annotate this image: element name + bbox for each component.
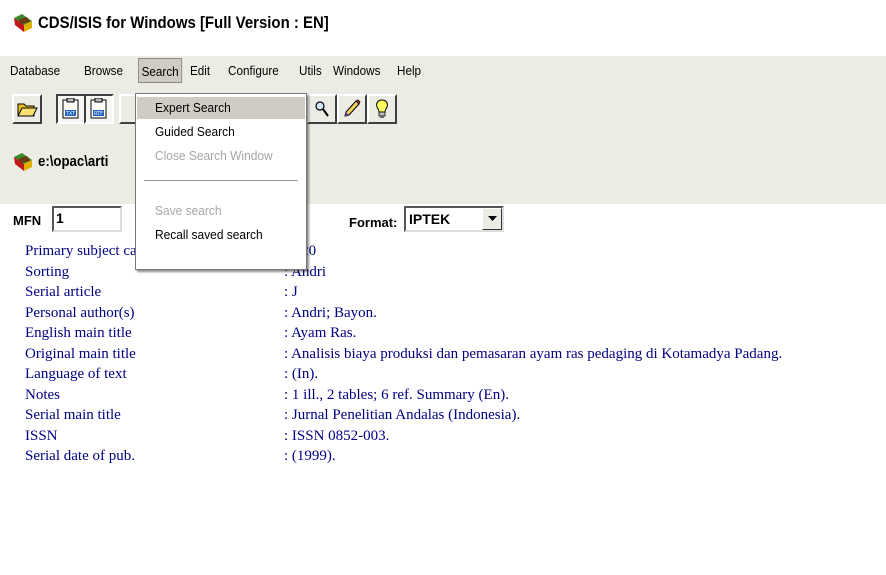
record-field-row: Original main title : Analisis biaya prod… [0,346,886,366]
record-field-row: Notes : 1 ill., 2 tables; 6 ref. Summary … [0,387,886,407]
edit-pencil-icon [344,99,361,117]
field-value: : (1999). [284,448,336,464]
search-menu-dropdown: Expert Search Guided Search Close Search… [135,93,307,270]
record-field-row: English main title : Ayam Ras. [0,325,886,345]
record-field-row: ISSN : ISSN 0852-003. [0,428,886,448]
record-field-row: Primary subject category: E20 [0,243,886,263]
menu-database[interactable]: Database [10,63,60,78]
svg-text:TXT: TXT [65,111,76,117]
edit-button[interactable] [337,94,367,124]
tips-button[interactable] [367,94,397,124]
open-folder-icon [17,103,38,117]
mfn-label: MFN [13,213,42,228]
menu-search[interactable]: Search [138,58,183,83]
database-window-icon [14,153,32,171]
search-icon [315,101,329,117]
menu-configure[interactable]: Configure [228,63,279,78]
field-label: ISSN [25,427,58,444]
record-field-row: Serial date of pub. : (1999). [0,448,886,468]
open-database-button[interactable] [12,94,42,124]
field-label: Language of text [25,366,127,382]
field-label: Personal author(s) [25,304,135,321]
guided-search-item[interactable]: Guided Search [137,121,305,143]
menu-browse[interactable]: Browse [84,63,123,78]
search-button[interactable] [307,94,337,124]
field-label: Serial date of pub. [25,448,135,464]
record-field-row: Personal author(s) : Andri; Bayon. [0,305,886,325]
rtf-output-button[interactable]: RTF [84,94,114,124]
window-title: CDS/ISIS for Windows [Full Version : EN] [38,13,329,32]
menu-windows[interactable]: Windows [333,63,380,78]
menu-bar [0,56,886,86]
field-label: Notes [25,386,60,403]
menu-help[interactable]: Help [397,63,421,78]
close-search-window-item: Close Search Window [155,148,273,163]
title-bar: CDS/ISIS for Windows [Full Version : EN] [0,0,886,52]
field-value: : Ayam Ras. [284,325,357,341]
record-field-row: Sorting: Andri [0,264,886,284]
field-label: English main title [25,325,132,341]
field-value: : (In). [284,366,319,382]
format-value: IPTEK [409,211,451,227]
record-field-row: Serial article : J [0,284,886,304]
app-icon [14,14,32,32]
field-label: Original main title [25,345,136,362]
field-value: : Jurnal Penelitian Andalas (Indonesia). [284,407,521,423]
txt-output-button[interactable]: TXT [56,94,86,124]
field-value: : Andri; Bayon. [284,304,377,321]
child-window-header [0,142,886,204]
chevron-down-icon [488,216,497,221]
record-display: Primary subject category: E20Sorting: An… [0,238,886,575]
field-value: : 1 ill., 2 tables; 6 ref. Summary (En). [284,386,509,403]
field-label: Sorting [25,263,70,280]
save-search-item: Save search [155,203,222,218]
lightbulb-icon [376,99,388,118]
field-label: Serial main title [25,407,121,423]
recall-saved-search-item[interactable]: Recall saved search [137,224,305,246]
field-label: Serial article [25,284,102,300]
menu-separator [144,180,298,182]
field-value: : Analisis biaya produksi dan pemasaran … [284,345,783,362]
menu-edit[interactable]: Edit [190,63,210,78]
child-window-title: e:\opac\artik [38,153,109,170]
rtf-document-icon: RTF [90,98,107,119]
record-field-row: Serial main title : Jurnal Penelitian And… [0,407,886,427]
field-value: : ISSN 0852-003. [284,427,390,444]
format-label: Format: [349,215,398,230]
txt-document-icon: TXT [62,98,79,119]
svg-text:RTF: RTF [94,111,103,117]
menu-utils[interactable]: Utils [299,63,322,78]
format-dropdown-arrow[interactable] [482,208,502,230]
field-value: : J [284,284,298,300]
expert-search-item[interactable]: Expert Search [137,97,305,119]
mfn-input[interactable]: 1 [52,206,122,232]
record-field-row: Language of text : (In). [0,366,886,386]
format-select[interactable]: IPTEK [404,206,504,232]
